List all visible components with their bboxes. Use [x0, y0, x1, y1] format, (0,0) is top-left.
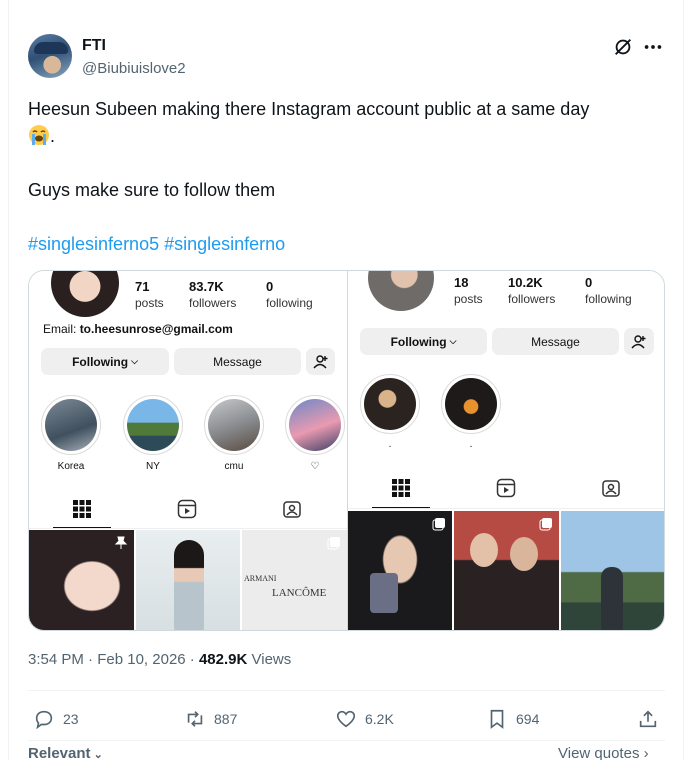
- repost-button[interactable]: 887: [184, 708, 237, 730]
- more-options-icon[interactable]: [642, 36, 664, 58]
- like-button[interactable]: 6.2K: [335, 708, 394, 730]
- tweet-media[interactable]: 71 posts 83.7K followers 0 following Ema…: [28, 270, 665, 631]
- heart-icon: [336, 710, 356, 728]
- tweet-detail: FTI @Biubiuislove2 Heesun Subeen making …: [0, 0, 692, 760]
- message-button: Message: [174, 348, 301, 375]
- following-button: Following ⌵: [360, 328, 487, 355]
- tab-separator: [348, 508, 664, 509]
- loudly-crying-face-icon: [29, 125, 49, 145]
- tweet-text-line2: Guys make sure to follow them: [28, 180, 276, 200]
- post-thumbnail: [454, 511, 559, 630]
- tweet-time[interactable]: 3:54 PM: [28, 651, 84, 668]
- grid-icon: [73, 500, 91, 518]
- tweet-text-period: .: [50, 126, 56, 146]
- highlight-label: cmu: [224, 461, 244, 472]
- author-handle[interactable]: @Biubiuislove2: [82, 60, 186, 77]
- post-thumbnail: [348, 511, 452, 630]
- highlight-label: Korea: [57, 461, 85, 472]
- story-highlight: [285, 395, 345, 455]
- highlight-label: ♡: [310, 461, 320, 472]
- posts-count: 71: [135, 279, 150, 294]
- divider: [28, 690, 665, 691]
- reels-icon: [496, 478, 516, 498]
- reply-button[interactable]: 23: [33, 708, 79, 730]
- tagged-icon: [283, 501, 301, 518]
- grid-icon: [392, 479, 410, 497]
- pin-icon: [114, 536, 128, 549]
- media-image-left[interactable]: 71 posts 83.7K followers 0 following Ema…: [29, 271, 347, 630]
- chevron-down-icon: ⌄: [90, 749, 103, 760]
- following-button: Following ⌵: [41, 348, 169, 375]
- tweet-date[interactable]: Feb 10, 2026: [97, 651, 185, 668]
- story-highlight: [441, 374, 501, 434]
- column-border-left: [8, 0, 9, 760]
- message-button: Message: [492, 328, 619, 355]
- story-highlight: [123, 395, 183, 455]
- repost-icon: [187, 711, 203, 727]
- bookmark-button[interactable]: 694: [486, 708, 539, 730]
- carousel-icon: [327, 537, 340, 550]
- reply-count: 23: [63, 711, 79, 727]
- tweet-text-line1-cont: .: [28, 123, 55, 149]
- reply-sort-dropdown[interactable]: Relevant ⌄: [28, 745, 103, 760]
- post-thumbnail: [561, 511, 664, 630]
- views-label: Views: [251, 651, 292, 668]
- repost-count: 887: [214, 711, 238, 727]
- instagram-profile-picture: [368, 271, 434, 311]
- story-highlight: [41, 395, 101, 455]
- author-display-name[interactable]: FTI: [82, 37, 106, 55]
- following-count: 0: [585, 275, 593, 290]
- hashtag-link[interactable]: #singlesinferno: [164, 234, 285, 254]
- carousel-icon: [539, 518, 552, 531]
- tagged-icon: [602, 480, 620, 497]
- posts-label: posts: [135, 296, 164, 310]
- highlight-label: .: [388, 439, 392, 450]
- highlight-label: NY: [146, 461, 160, 472]
- author-avatar[interactable]: [28, 34, 72, 78]
- media-image-right[interactable]: 18 posts 10.2K followers 0 following Fol…: [348, 271, 664, 630]
- posts-label: posts: [454, 292, 483, 306]
- story-highlight: [204, 395, 264, 455]
- followers-label: followers: [508, 292, 556, 306]
- divider: [28, 740, 665, 741]
- like-count: 6.2K: [365, 711, 394, 727]
- tweet-text: Heesun Subeen making there Instagram acc…: [28, 99, 590, 119]
- chevron-right-icon: ›: [639, 745, 649, 760]
- instagram-profile-picture: [51, 271, 119, 317]
- chevron-down-icon: ⌵: [449, 336, 457, 346]
- followers-count: 83.7K: [189, 279, 224, 294]
- column-border-right: [683, 0, 684, 760]
- add-person-icon: [306, 348, 335, 375]
- story-highlight: [360, 374, 420, 434]
- grok-icon[interactable]: [612, 36, 634, 58]
- followers-count: 10.2K: [508, 275, 543, 290]
- tweet-text-line1: Heesun Subeen making there Instagram acc…: [28, 96, 589, 122]
- tweet-hashtags: #singlesinferno5 #singlesinferno: [28, 231, 285, 257]
- following-count: 0: [266, 279, 274, 294]
- highlight-label: .: [469, 439, 473, 450]
- post-thumbnail: [136, 530, 240, 630]
- posts-count: 18: [454, 275, 469, 290]
- hashtag-link[interactable]: #singlesinferno5: [28, 234, 159, 254]
- bookmark-icon: [490, 709, 504, 729]
- post-thumbnail: ARMANI LANCÔME: [242, 530, 347, 630]
- bookmark-count: 694: [516, 711, 540, 727]
- chevron-down-icon: ⌵: [131, 356, 138, 366]
- add-person-icon: [624, 328, 654, 355]
- reels-icon: [177, 499, 197, 519]
- post-thumbnail: [29, 530, 134, 630]
- followers-label: followers: [189, 296, 237, 310]
- tab-separator: [29, 528, 347, 529]
- share-button[interactable]: [637, 708, 659, 730]
- carousel-icon: [432, 518, 445, 531]
- view-quotes-link[interactable]: View quotes ›: [558, 745, 649, 760]
- profile-email: Email: to.heesunrose@gmail.com: [43, 322, 233, 336]
- reply-icon: [35, 710, 53, 730]
- following-label: following: [266, 296, 313, 310]
- tweet-meta: 3:54 PM · Feb 10, 2026 · 482.9K Views: [28, 651, 292, 668]
- views-count: 482.9K: [198, 651, 248, 668]
- share-icon: [639, 710, 657, 728]
- following-label: following: [585, 292, 632, 306]
